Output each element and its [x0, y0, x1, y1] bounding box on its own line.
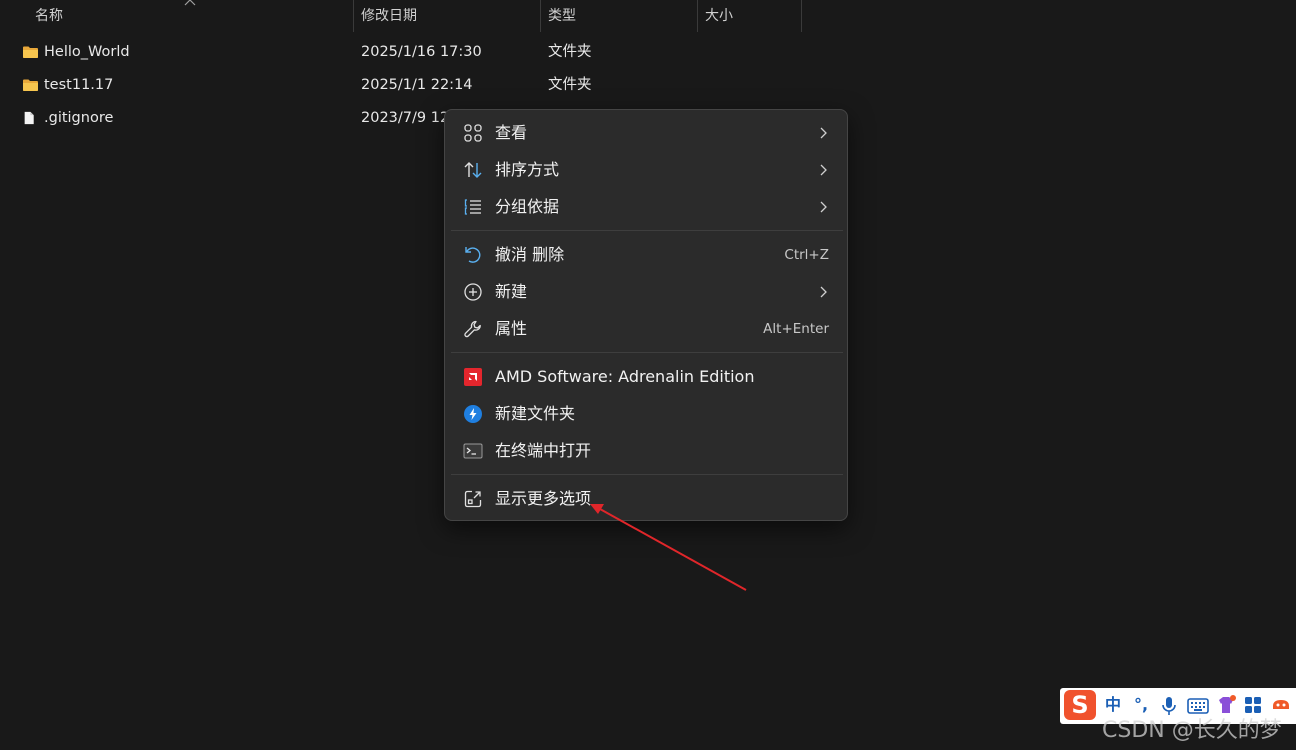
file-row[interactable]: Hello_World 2025/1/16 17:30 文件夹	[0, 36, 900, 68]
column-divider[interactable]	[801, 0, 802, 32]
column-modified-header[interactable]: 修改日期	[361, 0, 417, 32]
folder-icon	[23, 46, 38, 58]
wrench-icon	[464, 320, 481, 338]
file-name: Hello_World	[44, 44, 130, 60]
menu-separator	[451, 352, 843, 353]
file-name: test11.17	[44, 77, 114, 93]
column-divider[interactable]	[353, 0, 354, 32]
shortcut-text: Alt+Enter	[763, 321, 829, 337]
file-name: .gitignore	[44, 110, 114, 126]
menu-item-label: 排序方式	[495, 160, 560, 179]
menu-item-label: 查看	[495, 123, 528, 142]
menu-item-group-by[interactable]: 分组依据	[449, 189, 843, 225]
amd-icon	[464, 368, 482, 386]
menu-item-label: 分组依据	[495, 197, 560, 216]
menu-item-label: 属性	[495, 319, 528, 338]
menu-separator	[451, 474, 843, 475]
menu-separator	[451, 230, 843, 231]
folder-icon	[23, 79, 38, 91]
sogou-logo[interactable]: S	[1064, 690, 1096, 720]
chevron-right-icon	[820, 201, 827, 213]
menu-item-view[interactable]: 查看	[449, 115, 843, 151]
menu-item-label: AMD Software: Adrenalin Edition	[495, 367, 755, 386]
menu-item-sort-by[interactable]: 排序方式	[449, 152, 843, 188]
sort-ascending-icon[interactable]	[184, 0, 196, 6]
menu-item-undo-delete[interactable]: 撤消 删除 Ctrl+Z	[449, 237, 843, 273]
undo-icon	[465, 247, 481, 263]
menu-item-amd-software[interactable]: AMD Software: Adrenalin Edition	[449, 359, 843, 395]
more-options-icon	[464, 490, 482, 508]
menu-item-label: 显示更多选项	[495, 489, 592, 508]
context-menu: 查看 排序方式 分组依据 撤消 删除 Ctrl+Z 新建 属性 Alt+Ente…	[444, 109, 848, 521]
file-modified: 2025/1/1 22:14	[361, 77, 473, 93]
file-type: 文件夹	[548, 44, 592, 60]
menu-item-label: 新建	[495, 282, 528, 301]
new-folder-app-icon	[464, 405, 482, 423]
menu-item-show-more-options[interactable]: 显示更多选项	[449, 481, 843, 517]
file-row[interactable]: test11.17 2025/1/1 22:14 文件夹	[0, 69, 900, 101]
column-name-header[interactable]: 名称	[35, 0, 63, 32]
column-divider[interactable]	[697, 0, 698, 32]
menu-item-open-in-terminal[interactable]: 在终端中打开	[449, 433, 843, 469]
column-header-row: 名称 修改日期 类型 大小	[0, 0, 1296, 32]
shortcut-text: Ctrl+Z	[784, 247, 829, 263]
csdn-watermark: CSDN @长久的梦	[1102, 718, 1282, 743]
menu-item-label: 撤消 删除	[495, 245, 565, 264]
chevron-right-icon	[820, 164, 827, 176]
new-plus-icon	[464, 283, 482, 301]
menu-item-label: 新建文件夹	[495, 404, 576, 423]
column-divider[interactable]	[540, 0, 541, 32]
file-modified: 2025/1/16 17:30	[361, 44, 482, 60]
menu-item-properties[interactable]: 属性 Alt+Enter	[449, 311, 843, 347]
group-list-icon	[464, 199, 481, 215]
menu-item-label: 在终端中打开	[495, 441, 592, 460]
sort-icon	[464, 162, 482, 178]
chevron-right-icon	[820, 127, 827, 139]
menu-item-new-folder[interactable]: 新建文件夹	[449, 396, 843, 432]
view-grid-icon	[464, 124, 482, 142]
column-type-header[interactable]: 类型	[548, 0, 576, 32]
file-type: 文件夹	[548, 77, 592, 93]
menu-item-new[interactable]: 新建	[449, 274, 843, 310]
chevron-right-icon	[820, 286, 827, 298]
file-icon	[24, 111, 34, 125]
terminal-icon	[463, 443, 483, 459]
file-modified: 2023/7/9 12	[361, 110, 450, 126]
column-size-header[interactable]: 大小	[705, 0, 733, 32]
